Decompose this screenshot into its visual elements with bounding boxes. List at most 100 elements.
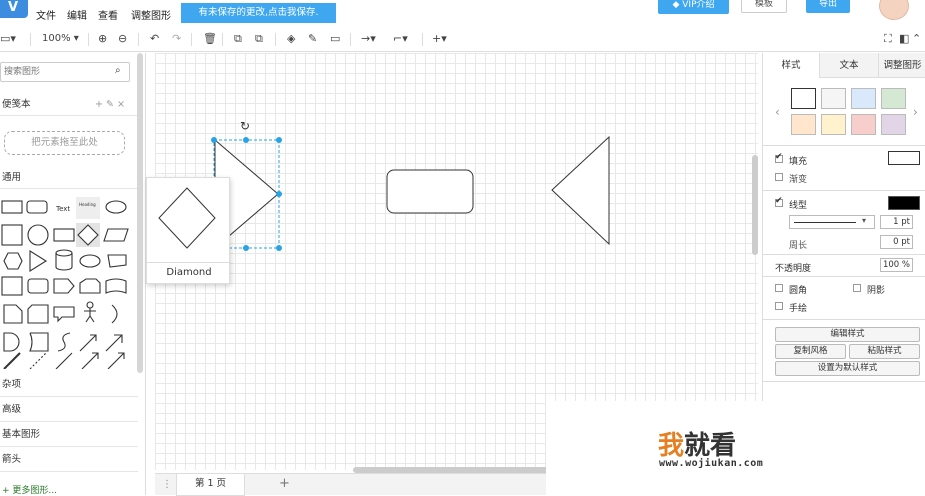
gradient-checkbox[interactable] bbox=[775, 173, 783, 181]
export-button[interactable]: 导出 bbox=[806, 0, 850, 13]
line-checkbox[interactable] bbox=[775, 196, 783, 207]
diamond-preview bbox=[158, 187, 216, 249]
color-swatch[interactable] bbox=[881, 114, 906, 135]
collapse-icon[interactable]: ⌃ bbox=[912, 32, 921, 46]
general-shapes-grid: Text Heading bbox=[0, 193, 138, 370]
dashed-line-shape bbox=[29, 352, 47, 370]
unsaved-changes-notice[interactable]: 有未保存的更改,点击我保存. bbox=[181, 3, 336, 23]
color-swatch[interactable] bbox=[881, 88, 906, 109]
color-swatch[interactable] bbox=[851, 114, 876, 135]
fill-checkbox[interactable] bbox=[775, 152, 783, 163]
connection-icon[interactable]: →▾ bbox=[361, 32, 376, 46]
edit-style-button[interactable]: 编辑样式 bbox=[775, 327, 920, 342]
line-style-select[interactable]: ▾ bbox=[789, 215, 875, 229]
line-shape bbox=[3, 352, 21, 370]
menu-arrange[interactable]: 调整图形 bbox=[131, 7, 171, 22]
diamond-icon: ◆ bbox=[672, 0, 683, 10]
tab-arrange[interactable]: 调整图形 bbox=[878, 53, 925, 78]
arrows-section-header[interactable]: 箭头 bbox=[0, 447, 138, 472]
left-triangle-node[interactable] bbox=[551, 135, 610, 246]
copy-style-button[interactable]: 复制风格 bbox=[775, 344, 846, 359]
zoom-select[interactable]: 100% ▾ bbox=[42, 32, 79, 46]
tab-page-1[interactable]: 第 1 页 bbox=[176, 474, 245, 496]
scratchpad-tools[interactable]: + ✎ × bbox=[95, 94, 125, 116]
page-menu-icon[interactable]: ⋮ bbox=[162, 479, 172, 490]
shadow-icon[interactable]: ▭ bbox=[330, 32, 340, 46]
redo-icon[interactable]: ↷ bbox=[172, 32, 181, 46]
waypoints-icon[interactable]: ⌐▾ bbox=[393, 32, 408, 46]
rounded-checkbox[interactable] bbox=[775, 284, 783, 292]
watermark-url: www.wojiukan.com bbox=[659, 458, 764, 469]
more-shapes-link[interactable]: + 更多图形... bbox=[2, 483, 57, 496]
panel-toggle-icon[interactable]: ▭▾ bbox=[0, 32, 16, 46]
insert-icon[interactable]: +▾ bbox=[432, 32, 447, 46]
left-panel-scrollbar[interactable] bbox=[137, 53, 143, 373]
rectangle-shape bbox=[1, 200, 23, 214]
tab-style[interactable]: 样式 bbox=[763, 53, 819, 78]
fill-color-picker[interactable] bbox=[888, 151, 920, 165]
perimeter-input[interactable]: 0 pt bbox=[880, 235, 913, 249]
directional-connector-shape bbox=[107, 352, 125, 370]
canvas-vertical-scrollbar[interactable] bbox=[752, 155, 758, 255]
line-color-picker[interactable] bbox=[888, 196, 920, 210]
perimeter-label: 周长 bbox=[789, 241, 808, 251]
ellipse-shape bbox=[105, 200, 127, 214]
color-swatch[interactable] bbox=[791, 114, 816, 135]
connector-shape bbox=[81, 352, 99, 370]
shadow-checkbox[interactable] bbox=[853, 284, 861, 292]
swatch-prev-icon[interactable]: ‹ bbox=[775, 105, 780, 119]
to-front-icon[interactable]: ⧉ bbox=[234, 32, 242, 46]
color-swatch[interactable] bbox=[821, 114, 846, 135]
shapes-palette[interactable]: Text Heading bbox=[0, 193, 138, 370]
circle-shape bbox=[27, 224, 49, 246]
scratchpad-section[interactable]: 便笺本 + ✎ × bbox=[0, 94, 138, 116]
rounded-rectangle-node[interactable] bbox=[386, 169, 474, 214]
tab-text[interactable]: 文本 bbox=[819, 53, 878, 78]
fullscreen-icon[interactable]: ⛶ bbox=[884, 32, 892, 46]
cylinder-shape bbox=[55, 249, 73, 271]
fill-color-icon[interactable]: ◈ bbox=[287, 32, 295, 46]
trapezoid-shape bbox=[79, 278, 101, 294]
zoom-in-icon[interactable]: ⊕ bbox=[98, 32, 107, 46]
card-shape bbox=[27, 304, 49, 324]
to-back-icon[interactable]: ⧉ bbox=[255, 32, 263, 46]
menu-edit[interactable]: 编辑 bbox=[67, 7, 87, 22]
sketch-checkbox[interactable] bbox=[775, 302, 783, 310]
fill-label: 填充 bbox=[789, 157, 808, 167]
template-button[interactable]: 模板 bbox=[741, 0, 787, 13]
paste-style-button[interactable]: 粘贴样式 bbox=[849, 344, 920, 359]
line-color-icon[interactable]: ✎ bbox=[308, 32, 317, 46]
delete-icon[interactable]: 🗑 bbox=[203, 32, 217, 46]
swatch-next-icon[interactable]: › bbox=[913, 105, 918, 119]
advanced-section-header[interactable]: 高级 bbox=[0, 397, 138, 422]
search-icon[interactable]: ⌕ bbox=[115, 65, 121, 76]
rounded-rect-shape bbox=[26, 200, 48, 214]
opacity-input[interactable]: 100 % bbox=[880, 258, 913, 272]
avatar[interactable] bbox=[879, 0, 909, 20]
add-page-button[interactable]: + bbox=[279, 476, 290, 491]
color-swatch[interactable] bbox=[791, 88, 816, 109]
undo-icon[interactable]: ↶ bbox=[150, 32, 159, 46]
format-panel-toggle-icon[interactable]: ◧ bbox=[899, 32, 909, 46]
actor-shape bbox=[86, 301, 94, 309]
text-shape: Text bbox=[55, 205, 70, 213]
step-shape bbox=[53, 278, 75, 294]
square-shape bbox=[1, 224, 23, 246]
misc-section-header[interactable]: 杂项 bbox=[0, 372, 138, 397]
menu-file[interactable]: 文件 bbox=[36, 7, 56, 22]
set-default-style-button[interactable]: 设置为默认样式 bbox=[775, 361, 920, 376]
line-label: 线型 bbox=[789, 201, 808, 211]
line-width-input[interactable]: 1 pt bbox=[880, 215, 913, 229]
vip-intro-button[interactable]: ◆ VIP介绍 bbox=[658, 0, 729, 14]
rotate-handle-icon[interactable]: ↻ bbox=[240, 119, 250, 133]
general-section-header[interactable]: 通用 bbox=[0, 167, 138, 189]
shape-search-input[interactable] bbox=[1, 63, 101, 81]
scratchpad-drop-zone[interactable]: 把元素拖至此处 bbox=[4, 131, 125, 155]
color-swatch[interactable] bbox=[851, 88, 876, 109]
triangle-shape bbox=[29, 250, 48, 272]
shape-hover-preview: Diamond bbox=[146, 177, 231, 284]
menu-view[interactable]: 查看 bbox=[98, 7, 118, 22]
basic-section-header[interactable]: 基本图形 bbox=[0, 422, 138, 447]
zoom-out-icon[interactable]: ⊖ bbox=[118, 32, 127, 46]
color-swatch[interactable] bbox=[821, 88, 846, 109]
